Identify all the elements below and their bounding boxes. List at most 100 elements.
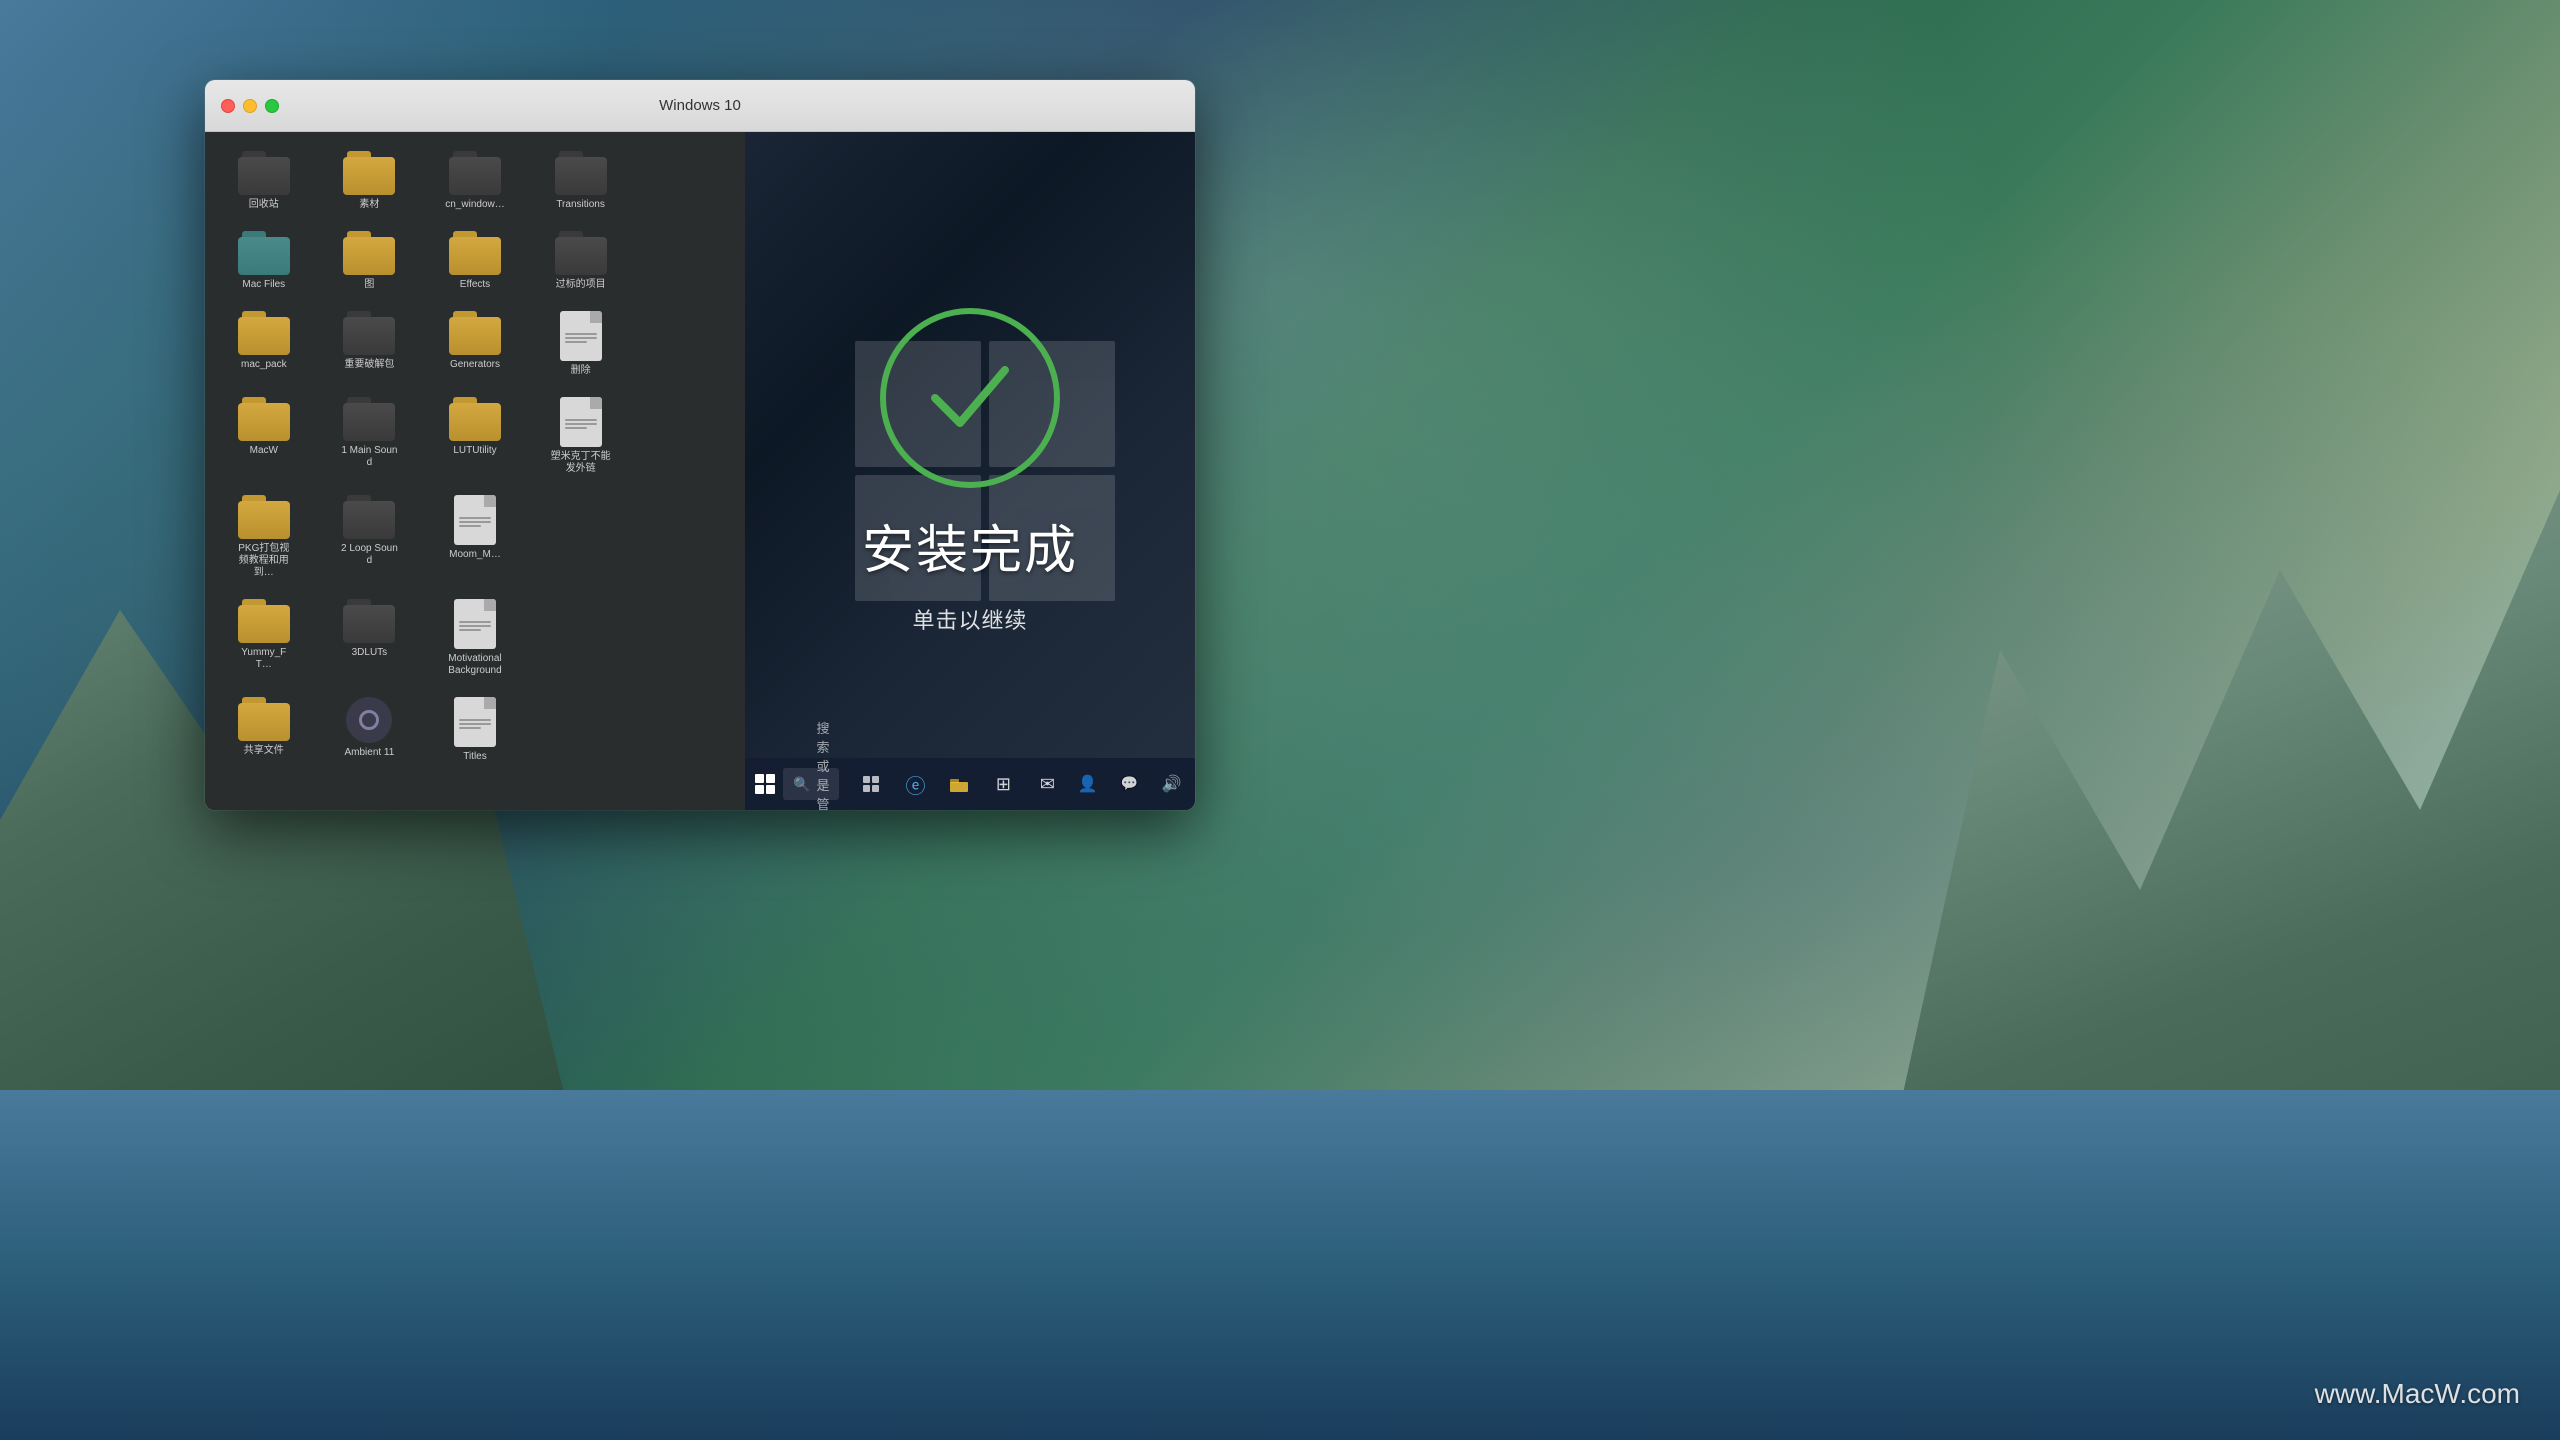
file-item-macpack[interactable]: mac_pack: [215, 307, 313, 381]
file-grid: 回收站 素材 cn_window…: [215, 147, 735, 767]
site-watermark: www.MacW.com: [2315, 1378, 2520, 1410]
folder-dark-icon-loopsound: [343, 495, 395, 539]
folder-dark-icon-pojie: [343, 311, 395, 355]
minimize-button[interactable]: [243, 99, 257, 113]
close-button[interactable]: [221, 99, 235, 113]
file-label-effects: Effects: [460, 279, 490, 291]
folder-yellow-icon-macw: [238, 397, 290, 441]
file-item-effects[interactable]: Effects: [426, 227, 524, 295]
edge-browser-button[interactable]: ⓔ: [899, 768, 931, 800]
folder-yellow-icon-generators: [449, 311, 501, 355]
window-title: Windows 10: [659, 97, 741, 114]
window-content: 回收站 素材 cn_window…: [205, 132, 1195, 810]
speech-icon[interactable]: 💬: [1113, 768, 1145, 800]
file-label-trash: 回收站: [249, 199, 279, 211]
file-label-sucai: 素材: [359, 199, 379, 211]
folder-yellow-icon-pkg: [238, 495, 290, 539]
folder-yellow-icon-yummy: [238, 599, 290, 643]
titlebar-buttons: [221, 99, 279, 113]
checkmark-svg: [925, 360, 1015, 435]
people-icon[interactable]: 👤: [1071, 768, 1103, 800]
file-label-guobiao: 过标的项目: [556, 279, 606, 291]
file-label-yummy: Yummy_FT…: [234, 647, 294, 671]
system-tray: 👤 💬 🔊 ENG 14:02 2020/2/17 □: [1071, 768, 1195, 800]
file-item-macfiles[interactable]: Mac Files: [215, 227, 313, 295]
maximize-button[interactable]: [265, 99, 279, 113]
file-item-pojie[interactable]: 重要破解包: [321, 307, 419, 381]
folder-yellow-icon-effects: [449, 231, 501, 275]
folder-yellow-icon-macpack: [238, 311, 290, 355]
file-label-cnwindow: cn_window…: [445, 199, 504, 211]
file-item-titles[interactable]: Titles: [426, 693, 524, 767]
start-pane-4: [766, 785, 775, 794]
file-item-sucai[interactable]: 素材: [321, 147, 419, 215]
file-item-lututil[interactable]: LUTUtility: [426, 393, 524, 479]
file-item-macw[interactable]: MacW: [215, 393, 313, 479]
mail-button[interactable]: ✉: [1031, 768, 1063, 800]
file-label-transitions: Transitions: [556, 199, 605, 211]
folder-yellow-icon-share: [238, 697, 290, 741]
file-item-empty5: [532, 491, 630, 583]
folder-yellow-icon-lututil: [449, 397, 501, 441]
volume-icon[interactable]: 🔊: [1155, 768, 1187, 800]
success-overlay: 安装完成 单击以继续: [862, 308, 1078, 635]
file-label-macw: MacW: [250, 445, 278, 457]
folder-dark-icon-cnwindow: [449, 151, 501, 195]
file-item-share[interactable]: 共享文件: [215, 693, 313, 767]
file-label-ambient: Ambient 11: [344, 747, 394, 759]
file-label-lututil: LUTUtility: [453, 445, 496, 457]
file-label-pojie: 重要破解包: [344, 359, 394, 371]
file-item-empty8: [637, 595, 735, 681]
file-label-pkg: PKG打包视频教程和用到…: [234, 543, 294, 579]
file-item-tu[interactable]: 图: [321, 227, 419, 295]
file-item-empty7: [532, 595, 630, 681]
file-item-empty4: [637, 393, 735, 479]
file-label-moom: Moom_M…: [449, 549, 501, 561]
file-item-3dluts[interactable]: 3DLUTs: [321, 595, 419, 681]
file-item-guobiao[interactable]: 过标的项目: [532, 227, 630, 295]
file-label-tu: 图: [364, 279, 374, 291]
file-item-mainsound[interactable]: 1 Main Sound: [321, 393, 419, 479]
folder-dark-icon-transitions: [555, 151, 607, 195]
file-item-yummy[interactable]: Yummy_FT…: [215, 595, 313, 681]
file-label-titles: Titles: [463, 751, 487, 763]
taskbar-search[interactable]: 🔍 搜索或是管控呢: [783, 768, 839, 800]
file-label-3dluts: 3DLUTs: [352, 647, 388, 659]
folder-dark-icon-guobiao: [555, 231, 607, 275]
success-title: 安装完成: [862, 508, 1078, 583]
file-item-delete[interactable]: 删除: [532, 307, 630, 381]
folder-teal-icon: [238, 231, 290, 275]
file-item-ambient[interactable]: Ambient 11: [321, 693, 419, 767]
file-label-delete: 删除: [571, 365, 591, 377]
store-button[interactable]: ⊞: [987, 768, 1019, 800]
mac-window: Windows 10 回收站: [205, 80, 1195, 810]
file-label-macpack: mac_pack: [241, 359, 287, 371]
file-item-motbg[interactable]: Motivational Background: [426, 595, 524, 681]
file-explorer-button[interactable]: [943, 768, 975, 800]
file-label-sumike: 塑米克丁不能发外链: [551, 451, 611, 475]
file-item-generators[interactable]: Generators: [426, 307, 524, 381]
taskview-button[interactable]: [855, 768, 887, 800]
file-item-empty3: [637, 307, 735, 381]
win10-install-area[interactable]: 安装完成 单击以继续 🔍 搜索或是管控呢: [745, 132, 1195, 810]
file-item-cnwindow[interactable]: cn_window…: [426, 147, 524, 215]
trash-icon: [238, 151, 290, 195]
file-item-trash[interactable]: 回收站: [215, 147, 313, 215]
taskbar-pinned-icons: ⓔ ⊞ ✉: [855, 768, 1063, 800]
start-pane-1: [755, 774, 764, 783]
file-item-transitions[interactable]: Transitions: [532, 147, 630, 215]
file-item-empty6: [637, 491, 735, 583]
start-pane-3: [755, 785, 764, 794]
file-item-pkg[interactable]: PKG打包视频教程和用到…: [215, 491, 313, 583]
success-circle: [880, 308, 1060, 488]
file-grid-area: 回收站 素材 cn_window…: [205, 132, 745, 810]
water-reflection: [0, 1090, 2560, 1440]
file-item-sumike[interactable]: 塑米克丁不能发外链: [532, 393, 630, 479]
folder-yellow-icon: [343, 151, 395, 195]
file-item-moom[interactable]: Moom_M…: [426, 491, 524, 583]
start-icon: [755, 774, 775, 794]
title-bar: Windows 10: [205, 80, 1195, 132]
search-icon: 🔍: [793, 776, 810, 793]
start-button[interactable]: [755, 766, 775, 802]
file-item-loopsound[interactable]: 2 Loop Sound: [321, 491, 419, 583]
